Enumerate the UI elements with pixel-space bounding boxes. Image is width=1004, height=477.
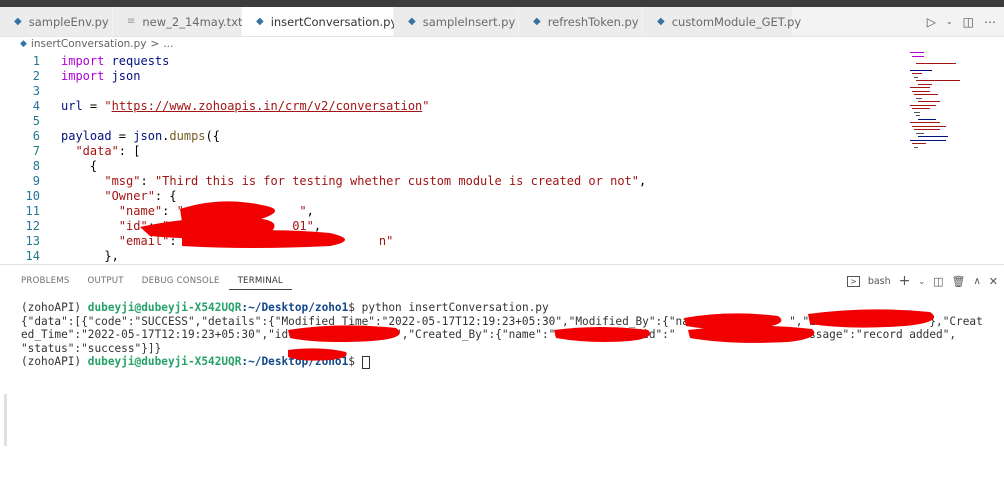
terminal-redaction bbox=[288, 309, 935, 361]
redaction-mark bbox=[288, 325, 400, 342]
redaction-mark bbox=[688, 325, 815, 343]
redaction-mark bbox=[288, 348, 347, 361]
scrollbar[interactable] bbox=[4, 394, 7, 446]
redaction-mark bbox=[808, 309, 935, 328]
redaction-mark bbox=[554, 327, 650, 342]
